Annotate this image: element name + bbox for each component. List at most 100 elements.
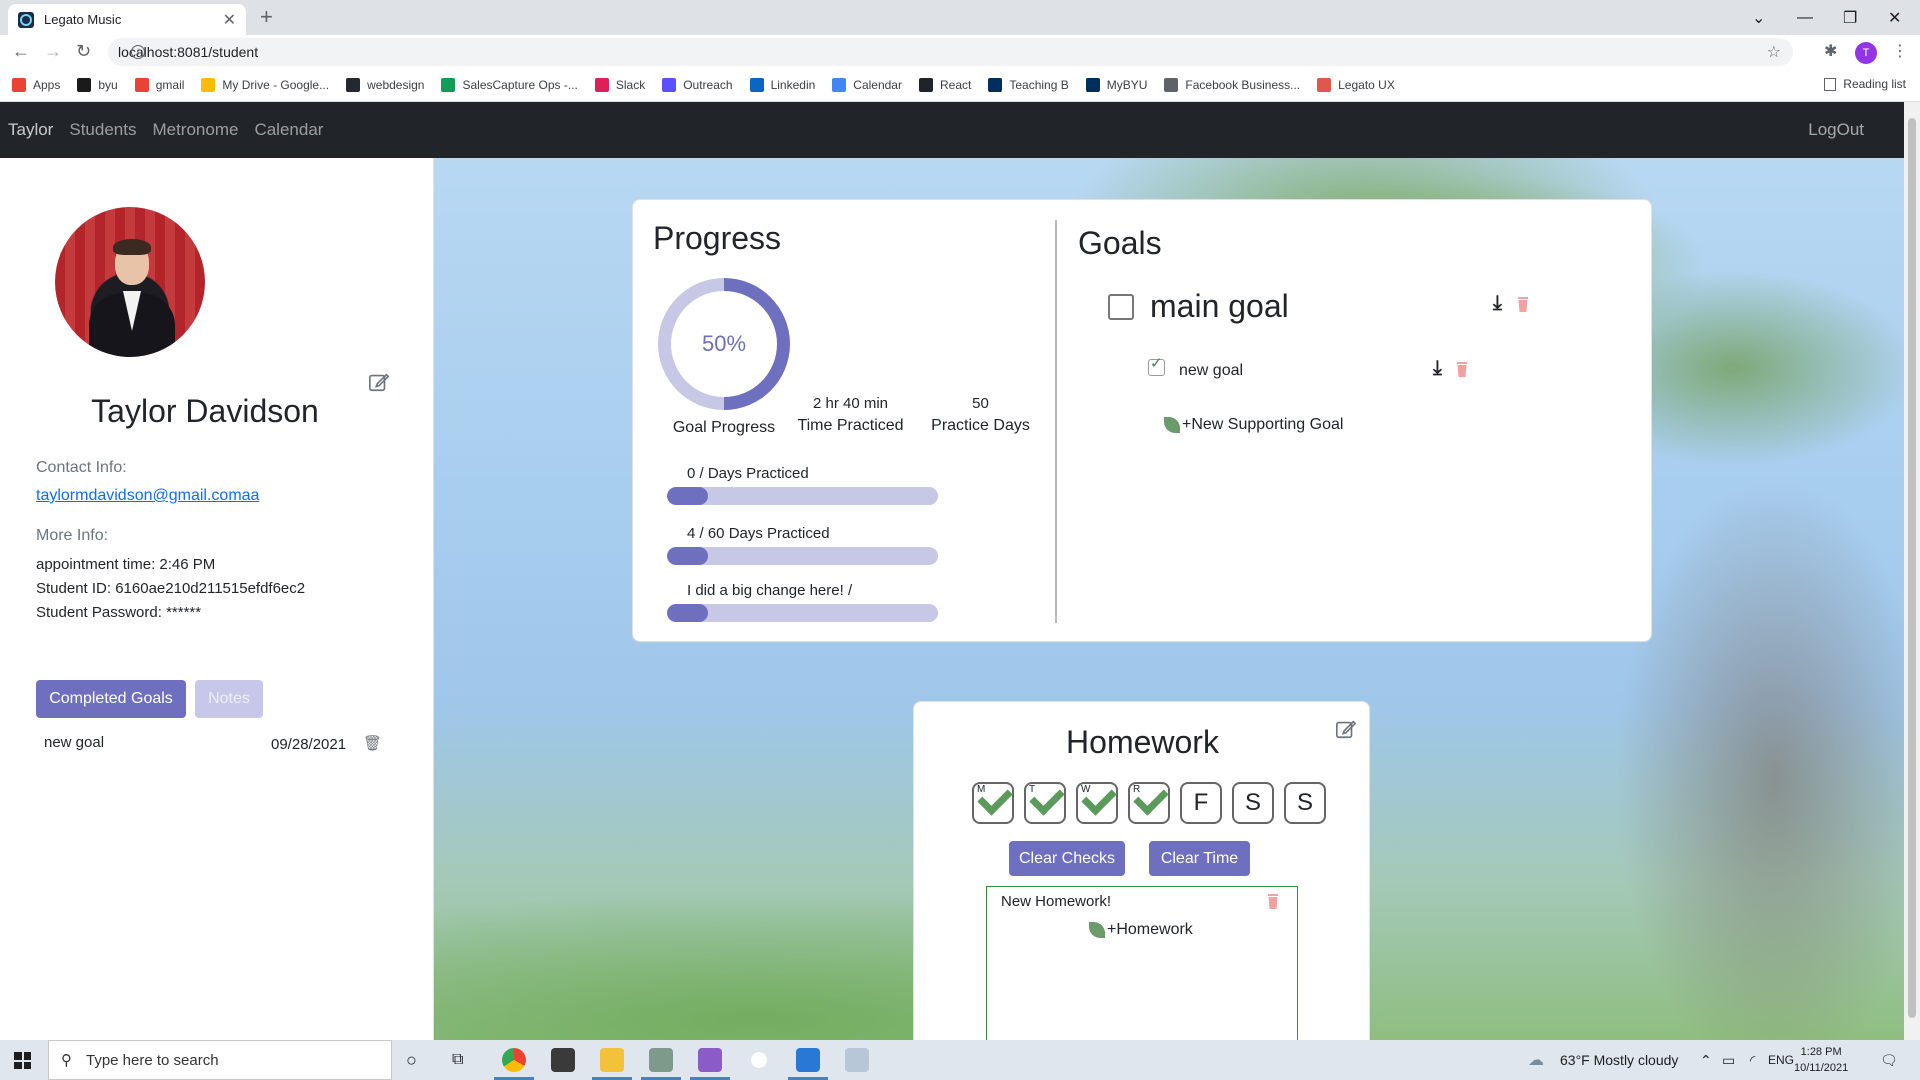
bookmark-favicon-icon <box>12 78 26 92</box>
logout-link[interactable]: LogOut <box>1808 120 1864 140</box>
bookmarks-bar: Apps byu gmail My Drive - Google... webdesig… <box>0 69 1920 102</box>
visual-studio-icon[interactable] <box>698 1048 722 1072</box>
taskbar-clock[interactable]: 1:28 PM 10/11/2021 <box>1794 1044 1848 1076</box>
taskbar-search[interactable]: ⚲ Type here to search <box>48 1040 392 1080</box>
bookmark-item[interactable]: Linkedin <box>749 78 815 92</box>
completed-goals-tab[interactable]: Completed Goals <box>36 680 186 718</box>
edit-profile-icon[interactable] <box>368 371 390 393</box>
bookmark-item[interactable]: Slack <box>594 78 645 92</box>
homework-item[interactable]: New Homework! <box>1001 893 1111 910</box>
bookmark-item[interactable]: byu <box>77 78 118 92</box>
nav-students[interactable]: Students <box>69 120 136 140</box>
nav-metronome[interactable]: Metronome <box>152 120 238 140</box>
window-close-icon[interactable]: ✕ <box>1888 0 1901 35</box>
address-bar[interactable]: i localhost:8081/student ☆ <box>108 38 1793 66</box>
homework-day-3[interactable]: R <box>1128 780 1170 824</box>
forward-icon[interactable]: → <box>44 41 62 62</box>
homework-day-5[interactable]: S <box>1232 782 1274 824</box>
tab-title: Legato Music <box>44 12 122 27</box>
student-email-link[interactable]: taylormdavidson@gmail.comaa <box>36 487 259 505</box>
bookmark-favicon-icon <box>918 78 933 92</box>
weather-text[interactable]: 63°F Mostly cloudy <box>1560 1040 1678 1080</box>
app-icon[interactable] <box>649 1048 673 1072</box>
store-icon[interactable] <box>551 1048 575 1072</box>
tab-search-icon[interactable]: ⌄ <box>1752 0 1765 35</box>
bookmark-item[interactable]: Outreach <box>662 78 733 92</box>
progress-bar-2 <box>667 547 938 565</box>
delete-homework-icon[interactable] <box>1267 894 1279 909</box>
bookmark-item[interactable]: Calendar <box>832 78 902 92</box>
homework-day-1[interactable]: T <box>1024 780 1066 824</box>
bookmark-favicon-icon <box>346 78 361 92</box>
site-info-icon[interactable]: i <box>131 45 145 59</box>
outlook-icon[interactable] <box>796 1048 820 1072</box>
main-goal-delete-icon[interactable] <box>1517 297 1529 312</box>
sub-goal-checkbox[interactable]: ✓ <box>1148 355 1165 376</box>
bookmark-favicon-icon <box>441 78 456 92</box>
extensions-icon[interactable]: ✱ <box>1824 41 1837 61</box>
bookmark-item[interactable]: webdesign <box>346 78 424 92</box>
task-view-icon[interactable]: ⧉ <box>452 1040 463 1080</box>
bookmark-item[interactable]: Legato UX <box>1317 78 1395 92</box>
homework-day-4[interactable]: F <box>1180 782 1222 824</box>
nav-calendar[interactable]: Calendar <box>254 120 323 140</box>
tab-close-icon[interactable]: ✕ <box>223 10 236 30</box>
add-supporting-goal-button[interactable]: +New Supporting Goal <box>1164 416 1343 434</box>
bookmark-item[interactable]: Apps <box>12 78 60 92</box>
battery-icon[interactable]: ▭ <box>1722 1040 1735 1080</box>
notifications-icon[interactable]: 🗨 <box>1880 1040 1898 1080</box>
reading-list-button[interactable]: Reading list <box>1824 77 1906 91</box>
file-explorer-icon[interactable] <box>600 1048 624 1072</box>
delete-completed-goal-icon[interactable]: 🗑 <box>363 734 382 752</box>
paint-icon[interactable] <box>845 1048 869 1072</box>
mongodb-icon[interactable] <box>747 1048 771 1072</box>
edit-homework-icon[interactable] <box>1335 718 1357 740</box>
browser-menu-icon[interactable]: ⋮ <box>1892 41 1908 61</box>
main-goal-checkbox[interactable] <box>1108 294 1134 320</box>
browser-tab[interactable]: Legato Music ✕ <box>8 4 246 35</box>
day-letter: S <box>1244 789 1261 816</box>
profile-avatar[interactable]: T <box>1855 42 1877 64</box>
clear-time-button[interactable]: Clear Time <box>1149 841 1250 876</box>
language-indicator[interactable]: ENG <box>1768 1040 1794 1080</box>
restore-icon[interactable]: ❐ <box>1843 0 1857 35</box>
page-scrollbar[interactable] <box>1904 102 1920 1040</box>
homework-day-2[interactable]: W <box>1076 780 1118 824</box>
bookmark-item[interactable]: MyBYU <box>1085 78 1147 92</box>
bookmark-favicon-icon <box>594 78 609 92</box>
bookmark-label: React <box>939 78 972 92</box>
homework-day-0[interactable]: M <box>972 780 1014 824</box>
bookmark-item[interactable]: SalesCapture Ops -... <box>441 78 578 92</box>
bookmark-item[interactable]: gmail <box>134 78 184 92</box>
clear-checks-button[interactable]: Clear Checks <box>1009 841 1125 876</box>
day-letter: T <box>1029 784 1036 795</box>
bookmark-item[interactable]: Facebook Business... <box>1164 78 1300 92</box>
main-goal-download-icon[interactable]: ⤓ <box>1493 292 1502 315</box>
more-info-label: More Info: <box>36 527 109 544</box>
cortana-icon[interactable]: ○ <box>406 1040 417 1080</box>
windows-start-icon[interactable] <box>14 1052 31 1069</box>
homework-day-6[interactable]: S <box>1284 782 1326 824</box>
bookmark-item[interactable]: Teaching B <box>988 78 1069 92</box>
clock-time: 1:28 PM <box>1800 1046 1842 1058</box>
tray-chevron-icon[interactable]: ⌃ <box>1700 1040 1712 1080</box>
sub-goal-download-icon[interactable]: ⤓ <box>1433 357 1442 380</box>
new-tab-button[interactable]: + <box>260 4 273 30</box>
bookmark-item[interactable]: React <box>918 78 972 92</box>
chrome-icon[interactable] <box>502 1048 526 1072</box>
back-icon[interactable]: ← <box>12 41 30 62</box>
scrollbar-thumb[interactable] <box>1908 118 1916 1018</box>
nav-brand[interactable]: Taylor <box>8 120 53 140</box>
bookmark-label: Outreach <box>683 78 733 92</box>
notes-tab[interactable]: Notes <box>195 680 263 718</box>
bookmark-favicon-icon <box>1085 78 1100 92</box>
wifi-icon[interactable]: ◜ <box>1750 1040 1755 1080</box>
bookmark-favicon-icon <box>832 78 847 92</box>
bar-label-3: I did a big change here! / <box>687 582 853 599</box>
bookmark-star-icon[interactable]: ☆ <box>1767 42 1781 62</box>
minimize-icon[interactable]: — <box>1797 0 1813 35</box>
bookmark-item[interactable]: My Drive - Google... <box>201 78 329 92</box>
reload-icon[interactable]: ↻ <box>76 41 91 62</box>
add-homework-button[interactable]: +Homework <box>1089 921 1193 939</box>
sub-goal-delete-icon[interactable] <box>1456 362 1468 377</box>
